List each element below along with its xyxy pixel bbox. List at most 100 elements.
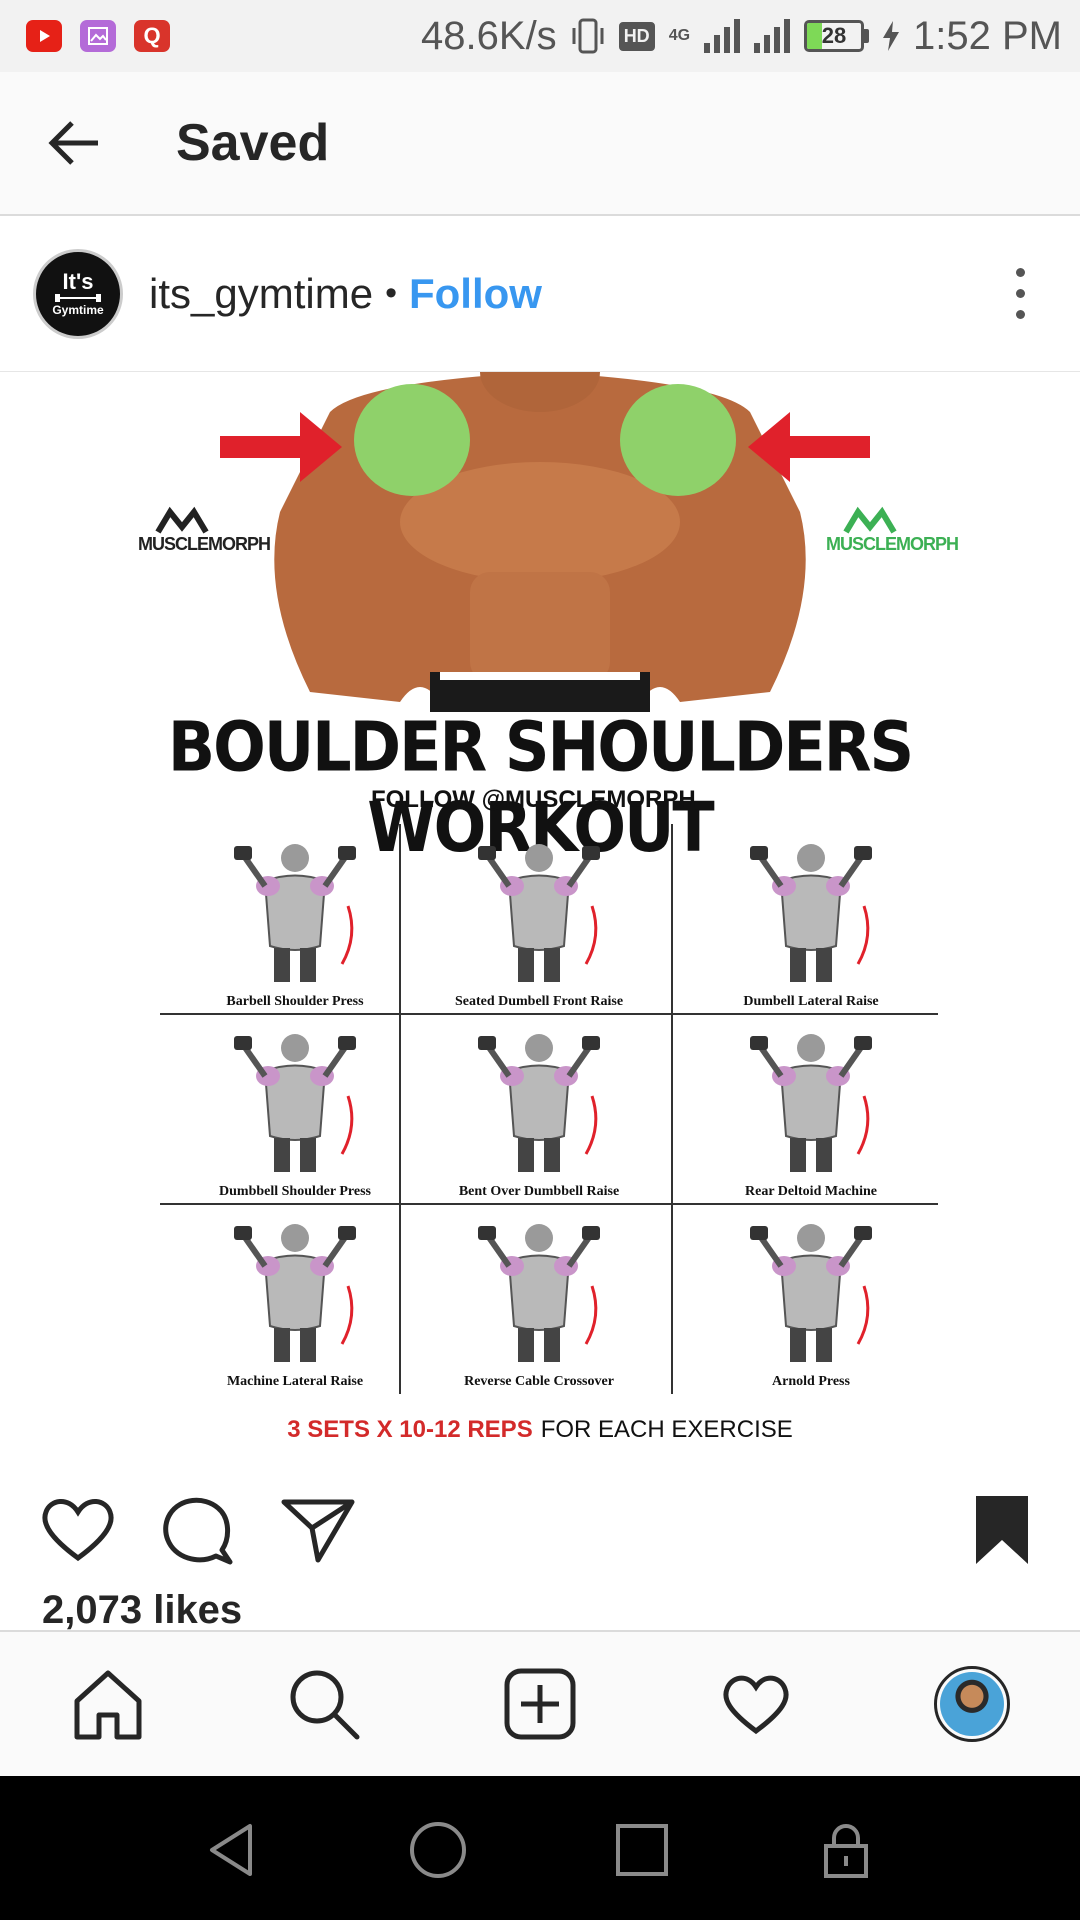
comment-icon [163, 1497, 233, 1565]
image-footer: 3 SETS X 10-12 REPS FOR EACH EXERCISE [0, 1416, 1080, 1444]
search-icon [290, 1670, 360, 1740]
exercise-cell: Barbell Shoulder Press [160, 824, 430, 1014]
nav-profile[interactable] [932, 1664, 1012, 1744]
home-circle-icon [410, 1822, 466, 1878]
save-button[interactable] [962, 1490, 1042, 1570]
battery-level: 28 [821, 23, 847, 48]
image-follow-line: FOLLOW @MUSCLEMORPH_ [370, 786, 710, 813]
exercise-figure-icon [234, 1224, 356, 1362]
separator-dot: • [385, 274, 397, 312]
system-navigation [0, 1776, 1080, 1920]
post-actions [0, 1446, 1080, 1596]
exercise-label: Arnold Press [772, 1374, 850, 1389]
follow-button[interactable]: Follow [409, 270, 542, 318]
battery-icon: 28 [804, 20, 870, 52]
status-bar: Q 48.6K/s HD 4G 28 1:52 PM [0, 0, 1080, 72]
hd-badge: HD [618, 21, 655, 51]
left-shoulder-highlight [354, 384, 470, 496]
notification-icons: Q [26, 20, 170, 52]
sets-reps-text: 3 SETS X 10-12 REPS [287, 1416, 533, 1443]
q-app-icon: Q [134, 20, 170, 52]
exercise-figure-icon [234, 1034, 356, 1172]
vibrate-icon [572, 18, 604, 54]
dot-icon [1015, 289, 1025, 298]
new-post-icon [504, 1668, 576, 1740]
exercise-grid: Barbell Shoulder Press Seated Dumbell Fro… [160, 824, 938, 1394]
system-home-button[interactable] [408, 1820, 468, 1880]
page-title: Saved [176, 114, 330, 172]
home-icon [74, 1670, 142, 1740]
app-header: Saved [0, 72, 1080, 216]
signal-icon [704, 19, 741, 53]
exercise-label: Barbell Shoulder Press [226, 994, 364, 1009]
post-header: It's Gymtime its_gymtime • Follow [0, 216, 1080, 372]
exercise-label: Machine Lateral Raise [226, 1374, 364, 1389]
exercise-cell: Machine Lateral Raise [160, 1204, 430, 1394]
system-back-button[interactable] [204, 1820, 264, 1880]
exercise-cell: Seated Dumbell Front Raise [404, 824, 674, 1014]
network-speed: 48.6K/s [421, 13, 557, 58]
exercise-label: Dumbell Lateral Raise [743, 994, 879, 1009]
exercise-cell: Reverse Cable Crossover [404, 1204, 674, 1394]
right-shoulder-highlight [620, 384, 736, 496]
exercise-cell: Rear Deltoid Machine [676, 1014, 946, 1204]
username-link[interactable]: its_gymtime [149, 270, 373, 318]
nav-activity[interactable] [716, 1664, 796, 1744]
exercise-figure-icon [750, 1034, 872, 1172]
share-button[interactable] [278, 1490, 358, 1570]
system-recents-button[interactable] [612, 1820, 672, 1880]
bookmark-filled-icon [976, 1496, 1028, 1564]
nav-new-post[interactable] [500, 1664, 580, 1744]
gallery-icon [80, 20, 116, 52]
exercise-label: Bent Over Dumbbell Raise [458, 1184, 620, 1199]
back-button[interactable] [38, 107, 110, 179]
network-type: 4G [668, 27, 691, 44]
exercise-figure-icon [478, 844, 600, 982]
system-indicators: 48.6K/s HD 4G 28 1:52 PM [421, 14, 1062, 59]
recents-icon [616, 1824, 668, 1876]
musclemorph-logo-right [843, 506, 897, 534]
heart-icon [42, 1499, 114, 1562]
signal-icon-2 [754, 19, 791, 53]
post-image[interactable]: MUSCLEMORPH MUSCLEMORPH BOULDER SHOULDER… [0, 372, 1080, 1446]
exercise-cell: Dumbell Lateral Raise [676, 824, 946, 1014]
clock: 1:52 PM [913, 13, 1062, 58]
back-icon [210, 1824, 252, 1876]
avatar-text-2: Gymtime [52, 302, 104, 317]
profile-avatar [934, 1666, 1010, 1742]
user-avatar[interactable]: It's Gymtime [33, 248, 123, 339]
likes-count[interactable]: 2,073 likes [42, 1588, 242, 1633]
exercise-figure-icon [750, 1224, 872, 1362]
nav-search[interactable] [284, 1664, 364, 1744]
brand-label-right: MUSCLEMORPH [826, 534, 959, 554]
bottom-navigation [0, 1630, 1080, 1776]
lock-icon [824, 1824, 868, 1878]
exercise-figure-icon [234, 844, 356, 982]
dumbbell-icon [55, 293, 101, 302]
activity-icon [723, 1675, 789, 1735]
exercise-cell: Dumbbell Shoulder Press [160, 1014, 430, 1204]
youtube-icon [26, 20, 62, 52]
system-lock-button[interactable] [816, 1820, 876, 1880]
brand-label-left: MUSCLEMORPH [138, 534, 271, 554]
comment-button[interactable] [158, 1490, 238, 1570]
exercise-figure-icon [478, 1034, 600, 1172]
exercise-label: Dumbbell Shoulder Press [219, 1184, 371, 1199]
dot-icon [1015, 310, 1025, 319]
nav-home[interactable] [68, 1664, 148, 1744]
like-button[interactable] [38, 1490, 118, 1570]
exercise-cell: Bent Over Dumbbell Raise [404, 1014, 674, 1204]
more-options-button[interactable] [1000, 254, 1040, 334]
exercise-label: Rear Deltoid Machine [745, 1184, 877, 1199]
exercise-figure-icon [478, 1224, 600, 1362]
arrow-left-icon [48, 121, 98, 165]
exercise-cell: Arnold Press [676, 1204, 946, 1394]
charging-icon [883, 21, 900, 51]
send-icon [281, 1499, 355, 1563]
dot-icon [1015, 268, 1025, 277]
musclemorph-logo-left [155, 506, 209, 534]
exercise-label: Seated Dumbell Front Raise [454, 994, 624, 1009]
exercise-label: Reverse Cable Crossover [464, 1374, 614, 1389]
each-exercise-text: FOR EACH EXERCISE [540, 1416, 793, 1443]
exercise-figure-icon [750, 844, 872, 982]
